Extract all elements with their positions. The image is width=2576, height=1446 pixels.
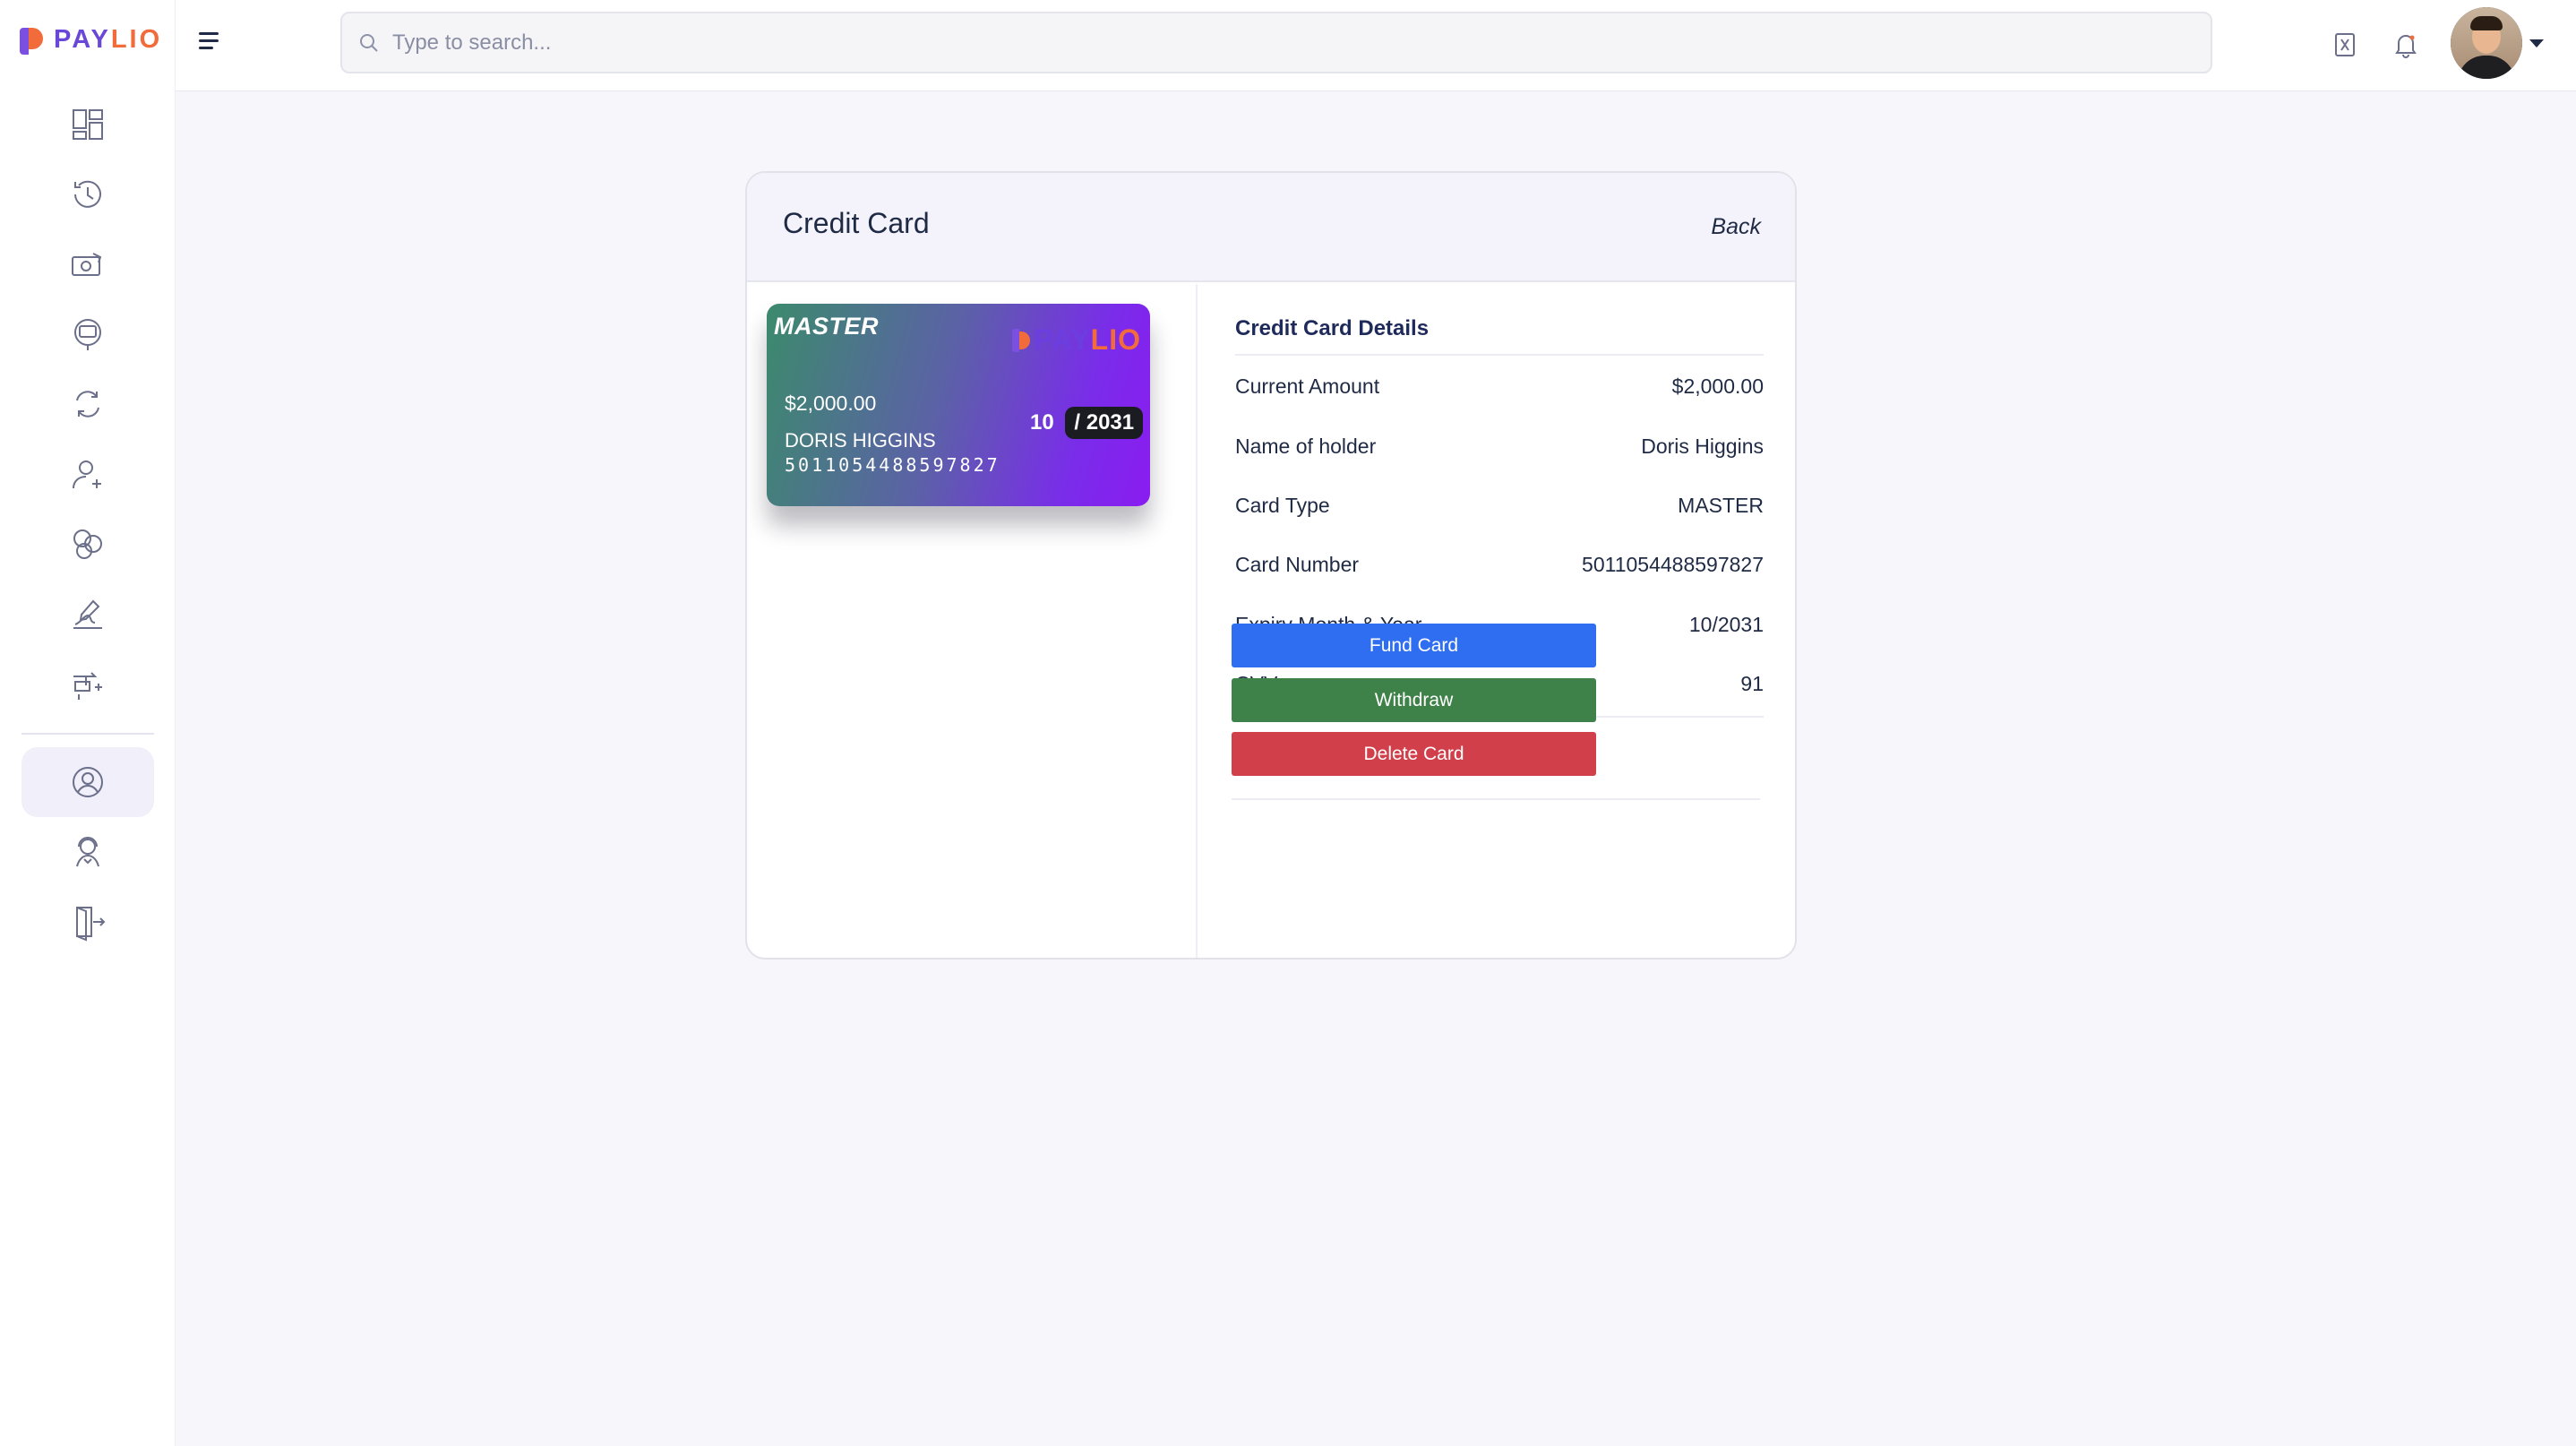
- delete-card-button[interactable]: Delete Card: [1232, 732, 1596, 776]
- sidebar-item-history[interactable]: [21, 159, 154, 229]
- chevron-down-icon[interactable]: [2529, 39, 2544, 47]
- panel-header: Credit Card Back: [747, 173, 1795, 282]
- detail-value: 5011054488597827: [1582, 552, 1764, 576]
- card-preview-area: MASTER PAY LIO $2,000.00 10 / 2031 DORIS …: [747, 284, 1198, 958]
- sidebar-item-add-user[interactable]: [21, 439, 154, 509]
- menu-toggle-icon[interactable]: [199, 32, 226, 56]
- payment-icon: [74, 319, 101, 350]
- user-avatar[interactable]: [2451, 7, 2522, 79]
- dashboard-icon: [73, 109, 103, 140]
- fund-card-button[interactable]: Fund Card: [1232, 624, 1596, 667]
- exchange-icon: [76, 391, 99, 417]
- page-title: Credit Card: [783, 207, 930, 239]
- logo-text: PAYLIO: [54, 24, 163, 54]
- sidebar-item-support[interactable]: [21, 817, 154, 887]
- coins-icon: [73, 529, 102, 559]
- card-brand: MASTER: [774, 313, 879, 340]
- withdraw-button[interactable]: Withdraw: [1232, 678, 1596, 722]
- sidebar-item-coins[interactable]: [21, 509, 154, 579]
- card-expiry: 10 / 2031: [1030, 406, 1144, 440]
- detail-value: 91: [1740, 671, 1764, 695]
- history-icon: [74, 180, 101, 208]
- detail-label: Card Number: [1235, 552, 1360, 576]
- bell-icon: [2395, 35, 2417, 58]
- search-icon: [360, 33, 378, 52]
- divider: [1235, 354, 1764, 356]
- sidebar-item-exchange[interactable]: [21, 369, 154, 439]
- detail-value: Doris Higgins: [1641, 434, 1764, 458]
- sidebar-item-transfer[interactable]: [21, 649, 154, 719]
- card-details: Credit Card Details Current Amount $2,00…: [1199, 284, 1795, 958]
- app-logo[interactable]: PAYLIO: [20, 22, 162, 57]
- translate-button[interactable]: [2327, 27, 2363, 63]
- detail-label: Name of holder: [1235, 434, 1377, 458]
- logout-icon: [76, 907, 106, 942]
- sidebar-item-logout[interactable]: [21, 887, 154, 957]
- sidebar-item-wallet[interactable]: [21, 229, 154, 299]
- card-amount: $2,000.00: [785, 392, 877, 415]
- detail-row-holder: Name of holder Doris Higgins: [1235, 428, 1764, 464]
- search-bar[interactable]: [340, 12, 2212, 73]
- transfer-icon: [73, 672, 102, 700]
- sidebar: PAYLIO: [0, 0, 176, 1446]
- detail-value: 10/2031: [1688, 612, 1764, 636]
- topbar: [176, 0, 2576, 91]
- back-link[interactable]: Back: [1711, 214, 1761, 240]
- detail-label: Card Type: [1235, 493, 1330, 517]
- sidebar-item-payments[interactable]: [21, 299, 154, 369]
- details-title: Credit Card Details: [1235, 316, 1430, 340]
- profile-icon: [73, 767, 103, 797]
- card-number: 5011054488597827: [785, 454, 1000, 476]
- detail-value: MASTER: [1678, 493, 1764, 517]
- translate-icon: [2335, 33, 2355, 56]
- detail-row-card-type: Card Type MASTER: [1235, 487, 1764, 523]
- sidebar-item-sign[interactable]: [21, 579, 154, 649]
- support-icon: [76, 837, 99, 867]
- sidebar-nav: [0, 90, 176, 957]
- wallet-icon: [72, 253, 102, 276]
- card-logo: PAY LIO: [1012, 323, 1141, 357]
- credit-card-panel: Credit Card Back MASTER PAY LIO $2,000.00…: [745, 171, 1797, 960]
- detail-label: Current Amount: [1235, 374, 1380, 398]
- detail-value: $2,000.00: [1671, 374, 1764, 398]
- detail-row-card-number: Card Number 5011054488597827: [1235, 547, 1764, 582]
- sign-icon: [73, 599, 102, 629]
- credit-card-visual: MASTER PAY LIO $2,000.00 10 / 2031 DORIS …: [767, 304, 1150, 506]
- sidebar-item-dashboard[interactable]: [21, 90, 154, 159]
- detail-row-current-amount: Current Amount $2,000.00: [1235, 368, 1764, 404]
- sidebar-item-profile[interactable]: [21, 747, 154, 817]
- search-input[interactable]: [392, 30, 2094, 56]
- notifications-button[interactable]: [2388, 27, 2424, 63]
- divider: [1232, 798, 1760, 800]
- sidebar-divider: [21, 733, 154, 735]
- add-user-icon: [73, 460, 101, 489]
- logo-mark-icon: [20, 24, 47, 55]
- card-holder: DORIS HIGGINS: [785, 429, 936, 452]
